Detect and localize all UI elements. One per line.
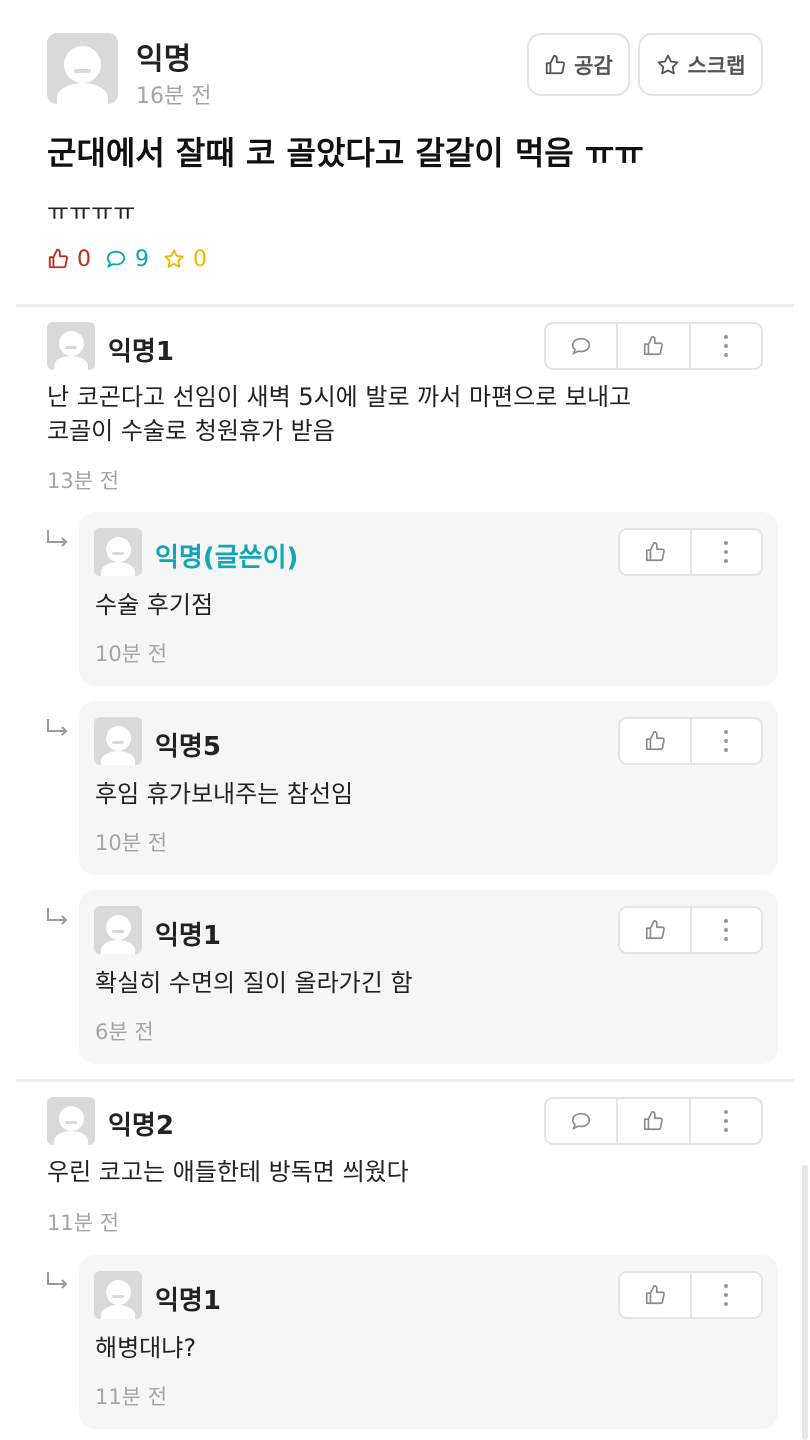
- reply-author-avatar: [94, 1271, 142, 1319]
- reply-arrow-icon: [47, 719, 68, 736]
- comment-icon: [106, 250, 126, 269]
- reply-text: 후임 휴가보내주는 참선임: [95, 780, 354, 808]
- reply-like-button[interactable]: [620, 908, 690, 952]
- reply-text: 수술 후기점: [95, 591, 214, 619]
- like-button[interactable]: 공감: [527, 33, 630, 96]
- reply-item: 익명1 확실히 수면의 질이 올라가긴 함 6분 전: [79, 890, 778, 1064]
- post-time: 16분 전: [136, 84, 212, 109]
- reply-like-button[interactable]: [620, 1273, 690, 1317]
- reply-author-avatar: [94, 528, 142, 576]
- like-button-label: 공감: [574, 53, 613, 78]
- reply-button[interactable]: [546, 324, 616, 368]
- reply-text: 확실히 수면의 질이 올라가긴 함: [95, 969, 413, 997]
- reply-time: 10분 전: [95, 831, 168, 855]
- more-vertical-icon: [723, 335, 728, 357]
- more-vertical-icon: [724, 919, 729, 941]
- reply-arrow-icon: [47, 908, 68, 925]
- reply-actions: [618, 906, 763, 954]
- thumbs-up-icon: [645, 542, 665, 562]
- post-like-count: 0: [77, 246, 91, 272]
- star-icon: [657, 54, 678, 74]
- post-body: ㅠㅠㅠㅠ: [47, 198, 136, 226]
- more-vertical-icon: [724, 541, 729, 563]
- reply-author-avatar: [94, 717, 142, 765]
- post-comment-count: 9: [135, 246, 149, 272]
- thumbs-up-icon: [645, 731, 665, 751]
- reply-author-name: 익명1: [155, 1286, 221, 1316]
- post-scrap-count: 0: [193, 246, 207, 272]
- comment-icon: [572, 337, 591, 355]
- comment-actions: [544, 1097, 763, 1145]
- thumbs-up-icon: [644, 336, 664, 356]
- more-options-button[interactable]: [689, 719, 762, 763]
- more-options-button[interactable]: [689, 908, 762, 952]
- reply-like-button[interactable]: [620, 530, 690, 574]
- divider: [16, 304, 794, 307]
- thumbs-up-icon: [645, 1285, 665, 1305]
- reply-time: 10분 전: [95, 642, 168, 666]
- reply-item: 익명1 해병대냐? 11분 전: [79, 1255, 778, 1429]
- scrap-button[interactable]: 스크랩: [638, 33, 763, 96]
- more-options-button[interactable]: [688, 1099, 761, 1143]
- post-author-avatar: [47, 33, 118, 104]
- reply-author-name: 익명(글쓴이): [155, 543, 299, 573]
- comment-author-name: 익명2: [108, 1111, 174, 1141]
- post-author-name: 익명: [136, 42, 192, 77]
- comment-text-line: 우린 코고는 애들한테 방독면 씌웠다: [47, 1158, 409, 1186]
- comment-like-button[interactable]: [616, 1099, 688, 1143]
- more-vertical-icon: [724, 730, 729, 752]
- reply-text: 해병대냐?: [95, 1334, 197, 1362]
- star-icon: [164, 249, 184, 268]
- more-options-button[interactable]: [688, 324, 761, 368]
- comment-actions: [544, 322, 763, 370]
- reply-actions: [618, 1271, 763, 1319]
- more-vertical-icon: [724, 1284, 729, 1306]
- divider: [16, 1079, 794, 1082]
- reply-item: 익명5 후임 휴가보내주는 참선임 10분 전: [79, 701, 778, 875]
- comment-like-button[interactable]: [616, 324, 688, 368]
- more-options-button[interactable]: [689, 530, 762, 574]
- reply-arrow-icon: [47, 530, 68, 547]
- comment-icon: [572, 1112, 591, 1130]
- reply-author-name: 익명5: [155, 732, 221, 762]
- reply-time: 6분 전: [95, 1020, 154, 1044]
- reply-actions: [618, 528, 763, 576]
- scrap-button-label: 스크랩: [687, 53, 746, 78]
- comment-time: 13분 전: [47, 469, 120, 493]
- comment-author-avatar: [47, 322, 95, 370]
- more-vertical-icon: [723, 1110, 728, 1132]
- comment-author-avatar: [47, 1097, 95, 1145]
- thumbs-up-icon: [644, 1111, 664, 1131]
- thumbs-up-icon: [48, 248, 68, 269]
- scrollbar[interactable]: [802, 1165, 808, 1440]
- reply-item: 익명(글쓴이) 수술 후기점 10분 전: [79, 512, 778, 686]
- reply-time: 11분 전: [95, 1385, 168, 1409]
- reply-author-avatar: [94, 906, 142, 954]
- comment-author-name: 익명1: [108, 337, 174, 367]
- comment-text-line: 코골이 수술로 청원휴가 받음: [47, 417, 335, 445]
- reply-button[interactable]: [546, 1099, 616, 1143]
- reply-actions: [618, 717, 763, 765]
- more-options-button[interactable]: [689, 1273, 762, 1317]
- reply-author-name: 익명1: [155, 921, 221, 951]
- post-title: 군대에서 잘때 코 골았다고 갈갈이 먹음 ㅠㅠ: [47, 134, 644, 172]
- reply-like-button[interactable]: [620, 719, 690, 763]
- thumbs-up-icon: [546, 54, 566, 74]
- reply-arrow-icon: [47, 1272, 68, 1289]
- post-stats: 0 9 0: [47, 245, 207, 273]
- comment-text-line: 난 코곤다고 선임이 새벽 5시에 발로 까서 마편으로 보내고: [47, 383, 632, 411]
- thumbs-up-icon: [645, 920, 665, 940]
- comment-time: 11분 전: [47, 1211, 120, 1235]
